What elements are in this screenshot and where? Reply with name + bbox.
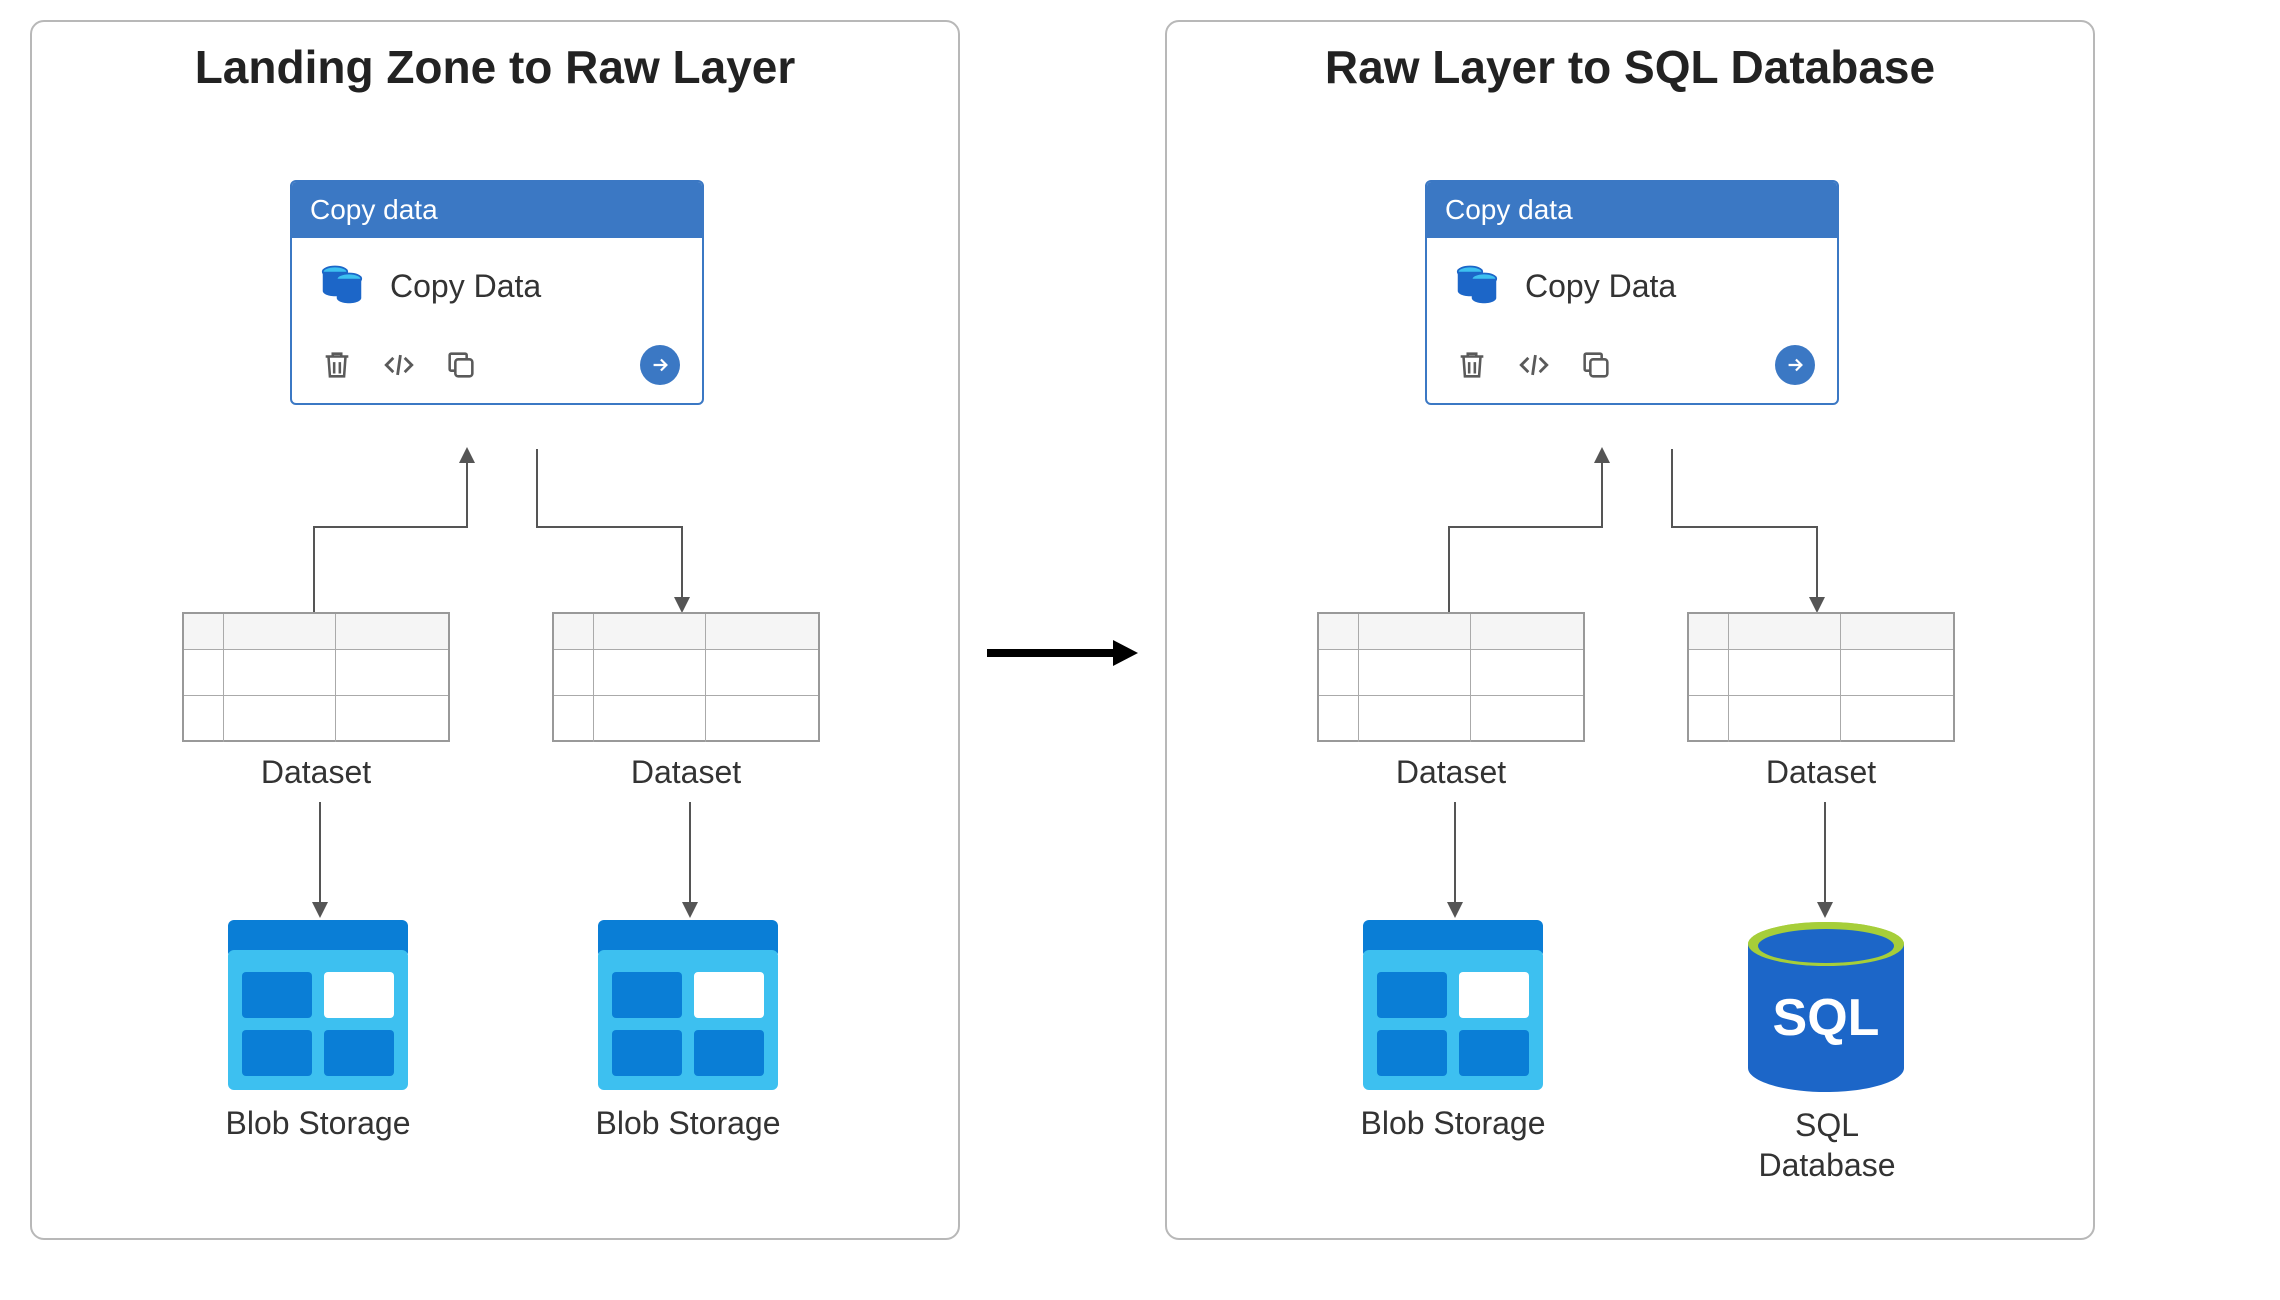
- card-body-label: Copy Data: [1525, 268, 1676, 305]
- store-sink-label: Blob Storage: [558, 1105, 818, 1142]
- connector-source: [1447, 447, 1827, 617]
- connector-ds-sql: [1815, 800, 1835, 920]
- copy-data-activity-card[interactable]: Copy data Copy Data: [1425, 180, 1839, 405]
- clone-icon[interactable]: [444, 348, 478, 382]
- trash-icon[interactable]: [320, 348, 354, 382]
- clone-icon[interactable]: [1579, 348, 1613, 382]
- store-source-label: Blob Storage: [188, 1105, 448, 1142]
- flow-arrow-icon: [985, 638, 1140, 668]
- panel-title: Landing Zone to Raw Layer: [32, 40, 958, 94]
- card-toolbar: [292, 335, 702, 403]
- card-header: Copy data: [292, 182, 702, 238]
- azure-blob-storage-icon: [598, 920, 778, 1090]
- connector-ds-blob: [1445, 800, 1465, 920]
- azure-blob-storage-icon: [1363, 920, 1543, 1090]
- panel-title: Raw Layer to SQL Database: [1167, 40, 2093, 94]
- dataset-sink: [552, 612, 820, 742]
- azure-sql-database-icon: SQL: [1741, 920, 1911, 1100]
- dataset-source-label: Dataset: [1317, 754, 1585, 791]
- connector-source: [312, 447, 692, 617]
- dataset-sink-label: Dataset: [552, 754, 820, 791]
- copy-data-activity-card[interactable]: Copy data Copy Data: [290, 180, 704, 405]
- card-header: Copy data: [1427, 182, 1837, 238]
- dataset-source-label: Dataset: [182, 754, 450, 791]
- card-body: Copy Data: [1427, 238, 1837, 335]
- code-icon[interactable]: [1517, 348, 1551, 382]
- card-body-label: Copy Data: [390, 268, 541, 305]
- azure-blob-storage-icon: [228, 920, 408, 1090]
- panel-raw-to-sql: Raw Layer to SQL Database Copy data Copy…: [1165, 20, 2095, 1240]
- dataset-source: [1317, 612, 1585, 742]
- dataset-sink: [1687, 612, 1955, 742]
- dataset-sink-label: Dataset: [1687, 754, 1955, 791]
- code-icon[interactable]: [382, 348, 416, 382]
- database-copy-icon: [1449, 256, 1505, 317]
- arrow-right-circle-icon[interactable]: [1775, 345, 1815, 385]
- connector-ds-blob-a: [310, 800, 330, 920]
- store-source-label: Blob Storage: [1323, 1105, 1583, 1142]
- svg-text:SQL: SQL: [1773, 989, 1880, 1047]
- panel-landing-to-raw: Landing Zone to Raw Layer Copy data Copy…: [30, 20, 960, 1240]
- store-sink-label: SQLDatabase: [1697, 1105, 1957, 1185]
- arrow-right-circle-icon[interactable]: [640, 345, 680, 385]
- trash-icon[interactable]: [1455, 348, 1489, 382]
- dataset-source: [182, 612, 450, 742]
- card-toolbar: [1427, 335, 1837, 403]
- card-body: Copy Data: [292, 238, 702, 335]
- connector-ds-blob-b: [680, 800, 700, 920]
- database-copy-icon: [314, 256, 370, 317]
